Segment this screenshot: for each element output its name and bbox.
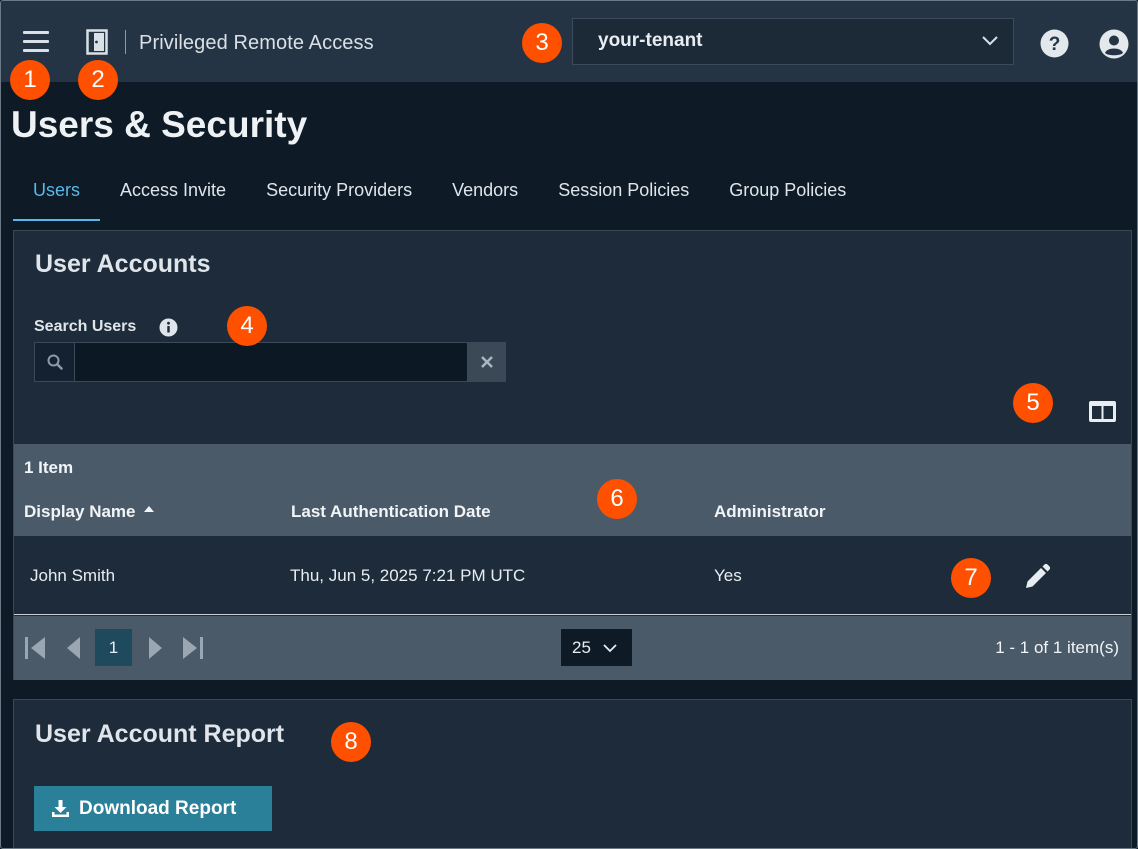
search-icon-box — [34, 342, 75, 382]
download-report-label: Download Report — [79, 797, 237, 819]
previous-page-icon[interactable] — [64, 636, 86, 660]
edit-pencil-icon[interactable] — [1022, 562, 1052, 592]
search-users-input[interactable] — [75, 342, 468, 382]
download-report-button[interactable]: Download Report — [34, 786, 272, 831]
app-title: Privileged Remote Access — [139, 32, 374, 54]
title-divider — [125, 30, 126, 54]
column-header-label: Display Name — [24, 502, 136, 521]
help-icon[interactable]: ? — [1040, 29, 1069, 58]
callout-badge-5: 5 — [1013, 383, 1053, 423]
svg-text:?: ? — [1049, 34, 1061, 55]
tab-users[interactable]: Users — [13, 161, 101, 221]
close-icon — [481, 356, 493, 368]
first-page-icon[interactable] — [24, 636, 46, 660]
sort-ascending-icon — [143, 506, 154, 512]
callout-badge-6: 6 — [597, 479, 637, 519]
tab-vendors[interactable]: Vendors — [432, 161, 538, 221]
user-accounts-title: User Accounts — [35, 250, 211, 278]
page-title: Users & Security — [11, 104, 308, 145]
app-window: Privileged Remote Access your-tenant ? 1… — [0, 0, 1138, 849]
tenant-select[interactable]: your-tenant — [572, 18, 1014, 65]
cell-last-auth: Thu, Jun 5, 2025 7:21 PM UTC — [290, 566, 526, 585]
last-page-icon[interactable] — [182, 636, 204, 660]
column-header-administrator[interactable]: Administrator — [714, 502, 825, 522]
report-title: User Account Report — [35, 720, 285, 748]
search-users-box — [34, 342, 506, 382]
page-size-value: 25 — [572, 638, 591, 657]
callout-badge-7: 7 — [951, 558, 991, 598]
top-bar: Privileged Remote Access your-tenant ? — [1, 1, 1137, 82]
download-icon — [52, 800, 69, 817]
tab-security-providers[interactable]: Security Providers — [246, 161, 432, 221]
callout-badge-2: 2 — [78, 60, 118, 100]
tab-group-policies[interactable]: Group Policies — [709, 161, 866, 221]
callout-badge-3: 3 — [522, 23, 562, 63]
tab-access-invite[interactable]: Access Invite — [100, 161, 246, 221]
current-page-button[interactable]: 1 — [95, 629, 132, 666]
next-page-icon[interactable] — [144, 636, 166, 660]
callout-badge-1: 1 — [10, 60, 50, 100]
search-icon — [47, 354, 63, 370]
table-header: 1 Item Display Name Last Authentication … — [14, 444, 1131, 536]
tab-session-policies[interactable]: Session Policies — [538, 161, 709, 221]
user-account-report-panel: User Account Report Download Report — [13, 699, 1132, 848]
clear-search-button[interactable] — [468, 342, 506, 382]
info-icon[interactable] — [159, 318, 178, 337]
page-info: 1 - 1 of 1 item(s) — [995, 638, 1119, 657]
user-accounts-panel: User Accounts Search Users 1 Item Displa… — [13, 230, 1132, 680]
chevron-down-icon — [603, 644, 617, 653]
column-header-last-auth[interactable]: Last Authentication Date — [291, 502, 491, 522]
door-icon — [86, 29, 108, 55]
callout-badge-4: 4 — [227, 306, 267, 346]
column-header-display-name[interactable]: Display Name — [24, 502, 154, 522]
cell-administrator: Yes — [714, 566, 742, 585]
tenant-select-value: your-tenant — [598, 30, 703, 51]
page-size-select[interactable]: 25 — [561, 629, 632, 666]
callout-badge-8: 8 — [331, 722, 371, 762]
pagination-bar: 1 25 1 - 1 of 1 item(s) — [14, 616, 1131, 680]
chevron-down-icon — [982, 36, 998, 46]
user-account-icon[interactable] — [1099, 29, 1129, 59]
item-count: 1 Item — [24, 458, 74, 477]
cell-display-name: John Smith — [30, 566, 116, 585]
columns-icon[interactable] — [1088, 400, 1117, 423]
hamburger-menu-icon[interactable] — [23, 31, 49, 53]
tab-bar: Users Access Invite Security Providers V… — [13, 161, 866, 221]
search-users-label: Search Users — [34, 318, 137, 335]
